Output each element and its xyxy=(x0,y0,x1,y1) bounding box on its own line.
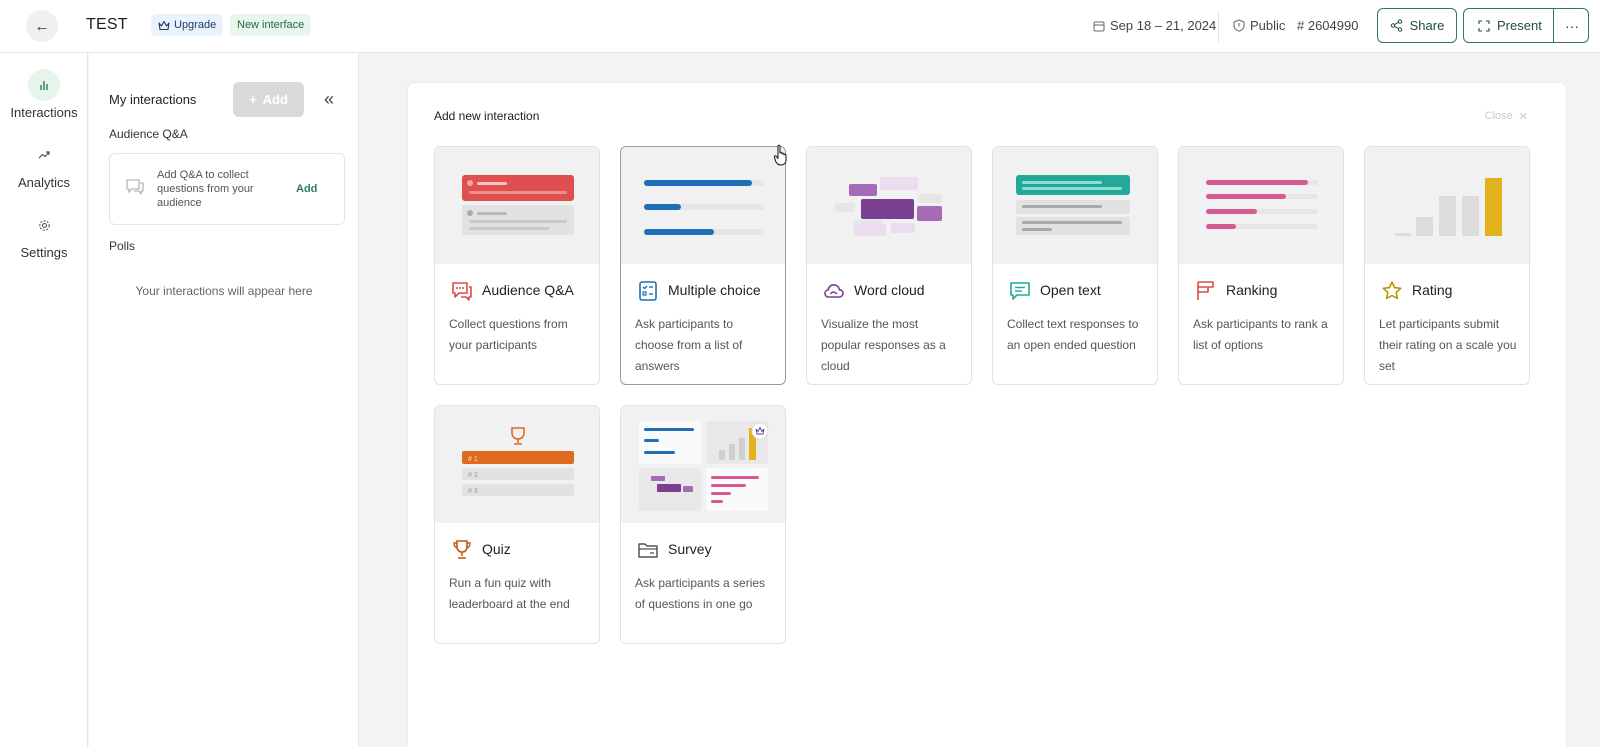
top-bar: ← TEST Upgrade New interface Sep 18 – 21… xyxy=(0,0,1600,53)
card-title: Audience Q&A xyxy=(482,282,574,298)
upgrade-badge[interactable]: Upgrade xyxy=(151,14,224,36)
qa-chat-icon xyxy=(452,282,472,301)
card-title: Quiz xyxy=(482,541,511,557)
add-label: Add xyxy=(262,92,288,107)
card-title: Word cloud xyxy=(854,282,925,298)
card-description: Run a fun quiz with leaderboard at the e… xyxy=(449,576,570,611)
card-title: Open text xyxy=(1040,282,1101,298)
star-icon xyxy=(1382,281,1402,300)
interaction-card-multiple-choice[interactable]: Multiple choice Ask participants to choo… xyxy=(620,146,786,385)
thumbnail xyxy=(435,147,599,264)
section-label-polls: Polls xyxy=(109,239,136,253)
qa-add-link[interactable]: Add xyxy=(296,183,317,195)
checklist-icon xyxy=(639,281,657,301)
new-interface-label: New interface xyxy=(237,19,305,31)
event-code[interactable]: # 2604990 xyxy=(1297,18,1358,33)
divider xyxy=(1553,8,1554,43)
chat-icon xyxy=(125,178,145,201)
folder-icon xyxy=(638,543,658,558)
panel-heading: My interactions xyxy=(109,92,197,107)
close-button[interactable]: Close ✕ xyxy=(1485,110,1528,123)
card-description: Visualize the most popular responses as … xyxy=(821,317,946,373)
card-title: Ranking xyxy=(1226,282,1278,298)
divider xyxy=(1218,12,1219,42)
plus-icon: + xyxy=(249,92,257,107)
card-title: Multiple choice xyxy=(668,282,761,298)
add-interaction-button[interactable]: + Add xyxy=(233,82,304,117)
ranking-icon xyxy=(1197,281,1214,300)
hand-cursor-icon xyxy=(773,144,787,166)
share-button[interactable]: Share xyxy=(1377,8,1457,43)
quiz-rank-label: # 3 xyxy=(468,488,478,495)
quiz-rank-label: # 2 xyxy=(468,472,478,479)
calendar-icon xyxy=(1093,21,1105,31)
interaction-card-rating[interactable]: Rating Let participants submit their rat… xyxy=(1364,146,1530,385)
interaction-card-survey[interactable]: Survey Ask participants a series of ques… xyxy=(620,405,786,644)
thumbnail xyxy=(1179,147,1343,264)
interaction-card-ranking[interactable]: Ranking Ask participants to rank a list … xyxy=(1178,146,1344,385)
shield-icon xyxy=(1233,19,1245,32)
upgrade-label: Upgrade xyxy=(174,19,217,31)
more-icon: ··· xyxy=(1565,17,1579,34)
card-description: Let participants submit their rating on … xyxy=(1379,317,1517,373)
quiz-rank-label: # 1 xyxy=(468,456,478,463)
card-title: Rating xyxy=(1412,282,1453,298)
more-options-button[interactable]: ··· xyxy=(1555,8,1589,43)
trophy-icon xyxy=(453,540,471,559)
double-chevron-left-icon: « xyxy=(323,88,334,109)
close-label: Close xyxy=(1484,110,1513,122)
thumbnail xyxy=(1365,147,1529,264)
rail-label: Analytics xyxy=(17,175,71,190)
interaction-card-quiz[interactable]: # 1 # 2 # 3 Quiz Run a fun quiz with lea… xyxy=(434,405,600,644)
section-title: Add new interaction xyxy=(434,109,540,123)
thumbnail xyxy=(993,147,1157,264)
text-bubble-icon xyxy=(1010,282,1030,300)
collapse-panel-button[interactable]: « xyxy=(317,87,341,111)
empty-state-text: Your interactions will appear here xyxy=(135,284,313,298)
thumbnail xyxy=(807,147,971,264)
rail-item-settings[interactable]: Settings xyxy=(0,209,88,260)
interactions-panel: My interactions + Add « Audience Q&A Add… xyxy=(89,53,359,747)
fullscreen-icon xyxy=(1478,19,1490,32)
thumbnail xyxy=(621,406,785,523)
qa-placeholder-card: Add Q&A to collect questions from your a… xyxy=(109,153,345,225)
gear-icon xyxy=(28,209,60,241)
qa-description: Add Q&A to collect questions from your a… xyxy=(157,169,254,209)
card-description: Ask participants to choose from a list o… xyxy=(635,317,743,373)
bar-chart-icon xyxy=(28,69,60,101)
event-date[interactable]: Sep 18 – 21, 2024 xyxy=(1093,18,1216,33)
card-description: Ask participants a series of questions i… xyxy=(635,576,766,611)
card-title: Survey xyxy=(668,541,712,557)
card-description: Ask participants to rank a list of optio… xyxy=(1193,317,1328,352)
trend-icon xyxy=(28,139,60,171)
thumbnail xyxy=(621,147,785,264)
rail-item-interactions[interactable]: Interactions xyxy=(0,69,88,120)
card-description: Collect text responses to an open ended … xyxy=(1007,317,1139,352)
rail-label: Interactions xyxy=(10,105,78,120)
cloud-icon xyxy=(824,283,844,298)
present-label: Present xyxy=(1497,18,1542,33)
thumbnail: # 1 # 2 # 3 xyxy=(435,406,599,523)
back-button[interactable]: ← xyxy=(26,10,58,42)
interaction-card-word-cloud[interactable]: Word cloud Visualize the most popular re… xyxy=(806,146,972,385)
share-icon xyxy=(1390,19,1402,32)
rail-label: Settings xyxy=(20,245,68,260)
left-rail: Interactions Analytics Settings xyxy=(0,53,88,747)
visibility-status[interactable]: Public xyxy=(1233,18,1285,33)
share-label: Share xyxy=(1409,18,1445,33)
card-description: Collect questions from your participants xyxy=(449,317,568,352)
crown-icon xyxy=(158,20,170,30)
interaction-card-open-text[interactable]: Open text Collect text responses to an o… xyxy=(992,146,1158,385)
new-interface-badge[interactable]: New interface xyxy=(230,14,312,36)
visibility-label: Public xyxy=(1250,18,1286,33)
presentation-title: TEST xyxy=(86,16,128,33)
date-label: Sep 18 – 21, 2024 xyxy=(1110,18,1217,33)
close-icon: ✕ xyxy=(1518,111,1528,123)
section-label-qa: Audience Q&A xyxy=(109,127,188,141)
arrow-left-icon: ← xyxy=(34,17,50,35)
interaction-card-audience-qa[interactable]: Audience Q&A Collect questions from your… xyxy=(434,146,600,385)
rail-item-analytics[interactable]: Analytics xyxy=(0,139,88,190)
add-interaction-card: Add new interaction Close ✕ Audience Q&A… xyxy=(407,82,1567,747)
